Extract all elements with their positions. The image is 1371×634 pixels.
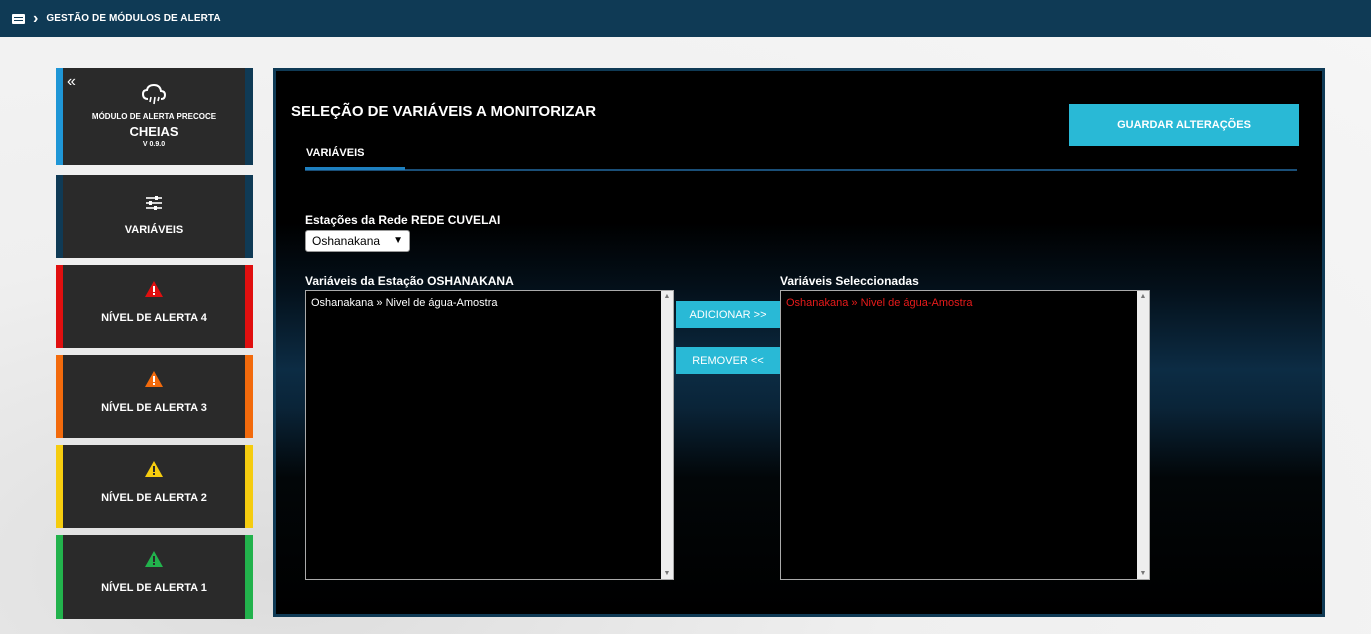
list-item[interactable]: Oshanakana » Nivel de água-Amostra [311,297,498,309]
network-label: Estações da Rede REDE CUVELAI [305,213,501,227]
scroll-down-icon[interactable]: ▼ [661,570,673,577]
warning-icon [145,461,163,477]
chevron-down-icon: ▼ [393,235,403,246]
sidebar-item-alert-3[interactable]: NÍVEL DE ALERTA 3 [56,355,253,438]
module-name: CHEIAS [129,124,179,139]
sidebar-item-alert-1[interactable]: NÍVEL DE ALERTA 1 [56,535,253,619]
warning-icon [145,281,163,297]
module-subtitle: MÓDULO DE ALERTA PRECOCE [91,112,217,121]
selected-vars-label: Variáveis Seleccionadas [780,274,919,288]
list-item[interactable]: Oshanakana » Nivel de água-Amostra [786,297,973,309]
top-bar: › GESTÃO DE MÓDULOS DE ALERTA [0,0,1371,37]
station-select[interactable]: Oshanakana ▼ [305,230,410,252]
collapse-icon[interactable]: « [67,74,76,90]
scroll-up-icon[interactable]: ▲ [1137,293,1149,300]
main-panel: SELEÇÃO DE VARIÁVEIS A MONITORIZAR VARIÁ… [273,68,1325,617]
cloud-rain-icon [141,83,167,105]
tab-active-indicator [305,167,405,170]
sidebar-item-label: VARIÁVEIS [124,224,184,236]
menu-icon[interactable] [12,13,25,24]
chevron-right-icon: › [33,9,39,27]
scrollbar[interactable]: ▲ ▼ [1137,291,1149,579]
sidebar-item-label: NÍVEL DE ALERTA 3 [101,402,207,414]
sidebar-item-alert-4[interactable]: NÍVEL DE ALERTA 4 [56,265,253,348]
add-button[interactable]: ADICIONAR >> [676,301,780,328]
tab-variaveis[interactable]: VARIÁVEIS [306,147,364,159]
sidebar-item-variaveis[interactable]: VARIÁVEIS [56,175,253,258]
station-vars-label: Variáveis da Estação OSHANAKANA [305,274,514,288]
selected-vars-list[interactable]: Oshanakana » Nivel de água-Amostra ▲ ▼ [780,290,1150,580]
tab-divider [305,169,1297,171]
scrollbar[interactable]: ▲ ▼ [661,291,673,579]
station-select-value: Oshanakana [312,234,381,248]
module-version: V 0.9.0 [142,141,166,148]
scroll-down-icon[interactable]: ▼ [1137,570,1149,577]
warning-icon [145,551,163,567]
sidebar-item-label: NÍVEL DE ALERTA 4 [101,312,207,324]
page-title: SELEÇÃO DE VARIÁVEIS A MONITORIZAR [291,103,597,120]
warning-icon [145,371,163,387]
remove-button[interactable]: REMOVER << [676,347,780,374]
sidebar-item-label: NÍVEL DE ALERTA 1 [101,582,207,594]
breadcrumb: GESTÃO DE MÓDULOS DE ALERTA [46,13,221,24]
sidebar-item-alert-2[interactable]: NÍVEL DE ALERTA 2 [56,445,253,528]
module-card: « MÓDULO DE ALERTA PRECOCE CHEIAS V 0.9.… [56,68,253,165]
sliders-icon [146,196,162,210]
scroll-up-icon[interactable]: ▲ [661,293,673,300]
station-vars-list[interactable]: Oshanakana » Nivel de água-Amostra ▲ ▼ [305,290,674,580]
sidebar-item-label: NÍVEL DE ALERTA 2 [101,492,207,504]
save-button[interactable]: GUARDAR ALTERAÇÕES [1069,104,1299,146]
